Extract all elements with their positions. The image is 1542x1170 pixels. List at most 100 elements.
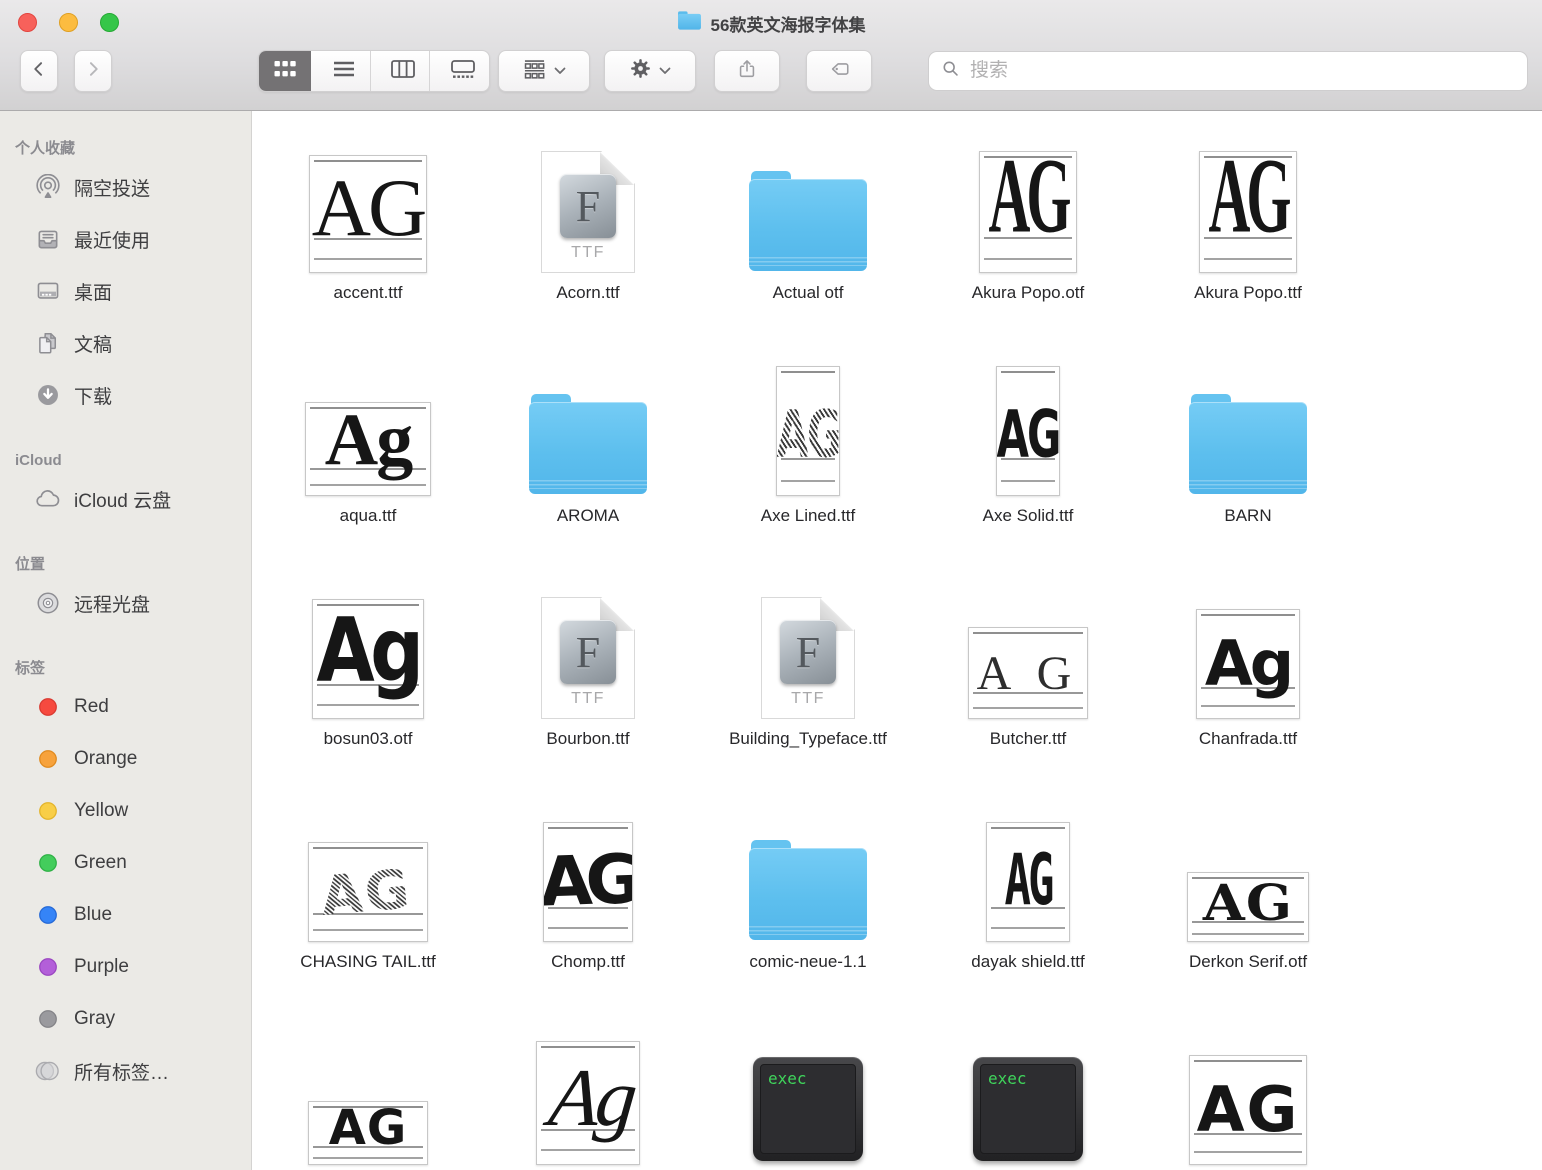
- all-tags-icon: [34, 1058, 61, 1085]
- file-name-label: Chanfrada.ttf: [1199, 728, 1297, 750]
- file-item[interactable]: AGAxe Lined.ttf: [698, 344, 918, 567]
- file-item[interactable]: FTTFBuilding_Typeface.ttf: [698, 567, 918, 790]
- sidebar-item[interactable]: 隔空投送: [0, 161, 251, 213]
- forward-button[interactable]: [74, 50, 112, 92]
- file-item[interactable]: Actual otf: [698, 121, 918, 344]
- file-item[interactable]: F TTF Bourbon.ttf: [478, 567, 698, 790]
- file-item[interactable]: exec: [918, 1013, 1138, 1170]
- gallery-view-icon: [450, 59, 476, 84]
- font-preview-glyph: AG: [308, 865, 428, 920]
- font-preview-thumbnail: AG: [308, 1101, 428, 1165]
- file-thumbnail-area: AG: [308, 1013, 428, 1165]
- file-item[interactable]: AG: [258, 1013, 478, 1170]
- file-item[interactable]: A GButcher.ttf: [918, 567, 1138, 790]
- file-item[interactable]: AGaccent.ttf: [258, 121, 478, 344]
- file-item[interactable]: exec: [698, 1013, 918, 1170]
- baseline-rule: [973, 632, 1083, 634]
- sidebar-item[interactable]: Green: [0, 837, 251, 889]
- ttf-file-icon: F TTF: [541, 597, 635, 719]
- file-item[interactable]: AG: [1138, 1013, 1358, 1170]
- share-button[interactable]: [714, 50, 780, 92]
- file-name-label: Bourbon.ttf: [546, 728, 629, 750]
- sidebar-item[interactable]: Blue: [0, 889, 251, 941]
- file-item[interactable]: AGAkura Popo.ttf: [1138, 121, 1358, 344]
- font-book-letter: F: [576, 181, 600, 232]
- sidebar-item-label: Gray: [74, 1008, 115, 1030]
- sidebar-item[interactable]: 远程光盘: [0, 577, 251, 629]
- font-preview-thumbnail: Ag: [536, 1041, 640, 1165]
- sidebar-item[interactable]: iCloud 云盘: [0, 473, 251, 525]
- baseline-rule: [314, 258, 422, 260]
- desktop-icon: [34, 278, 61, 305]
- ttf-badge: TTF: [762, 690, 854, 708]
- sidebar-item[interactable]: 文稿: [0, 317, 251, 369]
- file-item[interactable]: AGCHASING TAIL.ttf: [258, 790, 478, 1013]
- file-item[interactable]: AROMA: [478, 344, 698, 567]
- close-button[interactable]: [18, 13, 37, 32]
- sidebar-item[interactable]: Red: [0, 681, 251, 733]
- file-thumbnail-area: exec: [973, 1013, 1083, 1165]
- font-preview-glyph: AG: [776, 408, 840, 460]
- file-item[interactable]: BARN: [1138, 344, 1358, 567]
- file-item[interactable]: Ag Chanfrada.ttf: [1138, 567, 1358, 790]
- group-button[interactable]: [498, 50, 590, 92]
- tag-button[interactable]: [806, 50, 872, 92]
- file-item[interactable]: FTTFAcorn.ttf: [478, 121, 698, 344]
- font-book-letter: F: [796, 627, 820, 678]
- sidebar-item[interactable]: 下载: [0, 369, 251, 421]
- folder-icon: [749, 171, 867, 271]
- sidebar-item[interactable]: 最近使用: [0, 213, 251, 265]
- file-item[interactable]: AGAkura Popo.otf: [918, 121, 1138, 344]
- baseline-rule: [313, 1157, 423, 1159]
- file-name-label: comic-neue-1.1: [749, 951, 866, 973]
- file-item[interactable]: comic-neue-1.1: [698, 790, 918, 1013]
- sidebar-item[interactable]: Purple: [0, 941, 251, 993]
- documents-icon: [34, 330, 61, 357]
- baseline-rule: [1001, 371, 1055, 373]
- file-item[interactable]: AGChomp.ttf: [478, 790, 698, 1013]
- file-item[interactable]: AGdayak shield.ttf: [918, 790, 1138, 1013]
- sidebar-section-title: iCloud: [0, 449, 251, 473]
- file-thumbnail-area: A G: [968, 567, 1088, 719]
- downloads-icon: [34, 382, 61, 409]
- baseline-rule: [991, 927, 1065, 929]
- file-name-label: Axe Solid.ttf: [983, 505, 1074, 527]
- back-button[interactable]: [20, 50, 58, 92]
- baseline-rule: [310, 484, 426, 486]
- icon-view-button[interactable]: [259, 51, 311, 91]
- file-item[interactable]: AGDerkon Serif.otf: [1138, 790, 1358, 1013]
- file-item[interactable]: Ag: [478, 1013, 698, 1170]
- zoom-button[interactable]: [100, 13, 119, 32]
- ttf-badge: TTF: [542, 690, 634, 708]
- list-view-button[interactable]: [318, 51, 370, 91]
- search-input[interactable]: [968, 59, 1516, 83]
- unix-executable-icon: exec: [753, 1057, 863, 1161]
- sidebar-item[interactable]: 桌面: [0, 265, 251, 317]
- sidebar-item[interactable]: 所有标签…: [0, 1045, 251, 1097]
- folder-icon: [529, 394, 647, 494]
- font-preview-glyph: Ag: [312, 615, 424, 686]
- sidebar-item[interactable]: Yellow: [0, 785, 251, 837]
- font-preview-thumbnail: Ag: [1196, 609, 1300, 719]
- icon-view-icon: [272, 59, 298, 84]
- sidebar-item-label: Purple: [74, 956, 129, 978]
- file-thumbnail-area: AG: [1187, 790, 1309, 942]
- file-item[interactable]: Agbosun03.otf: [258, 567, 478, 790]
- column-view-button[interactable]: [378, 51, 430, 91]
- search-field: [928, 51, 1528, 91]
- font-book-letter: F: [576, 627, 600, 678]
- gallery-view-button[interactable]: [437, 51, 489, 91]
- sidebar-item[interactable]: Gray: [0, 993, 251, 1045]
- baseline-rule: [973, 707, 1083, 709]
- folder-icon: [1189, 394, 1307, 494]
- file-item[interactable]: Agaqua.ttf: [258, 344, 478, 567]
- disc-icon: [34, 590, 61, 617]
- sidebar-item-label: 所有标签…: [74, 1058, 169, 1085]
- sidebar-item[interactable]: Orange: [0, 733, 251, 785]
- file-item[interactable]: AGAxe Solid.ttf: [918, 344, 1138, 567]
- minimize-button[interactable]: [59, 13, 78, 32]
- baseline-rule: [1201, 705, 1295, 707]
- sidebar-section: 标签RedOrangeYellowGreenBluePurpleGray所有标签…: [0, 657, 251, 1097]
- baseline-rule: [313, 847, 423, 849]
- action-menu-button[interactable]: [604, 50, 696, 92]
